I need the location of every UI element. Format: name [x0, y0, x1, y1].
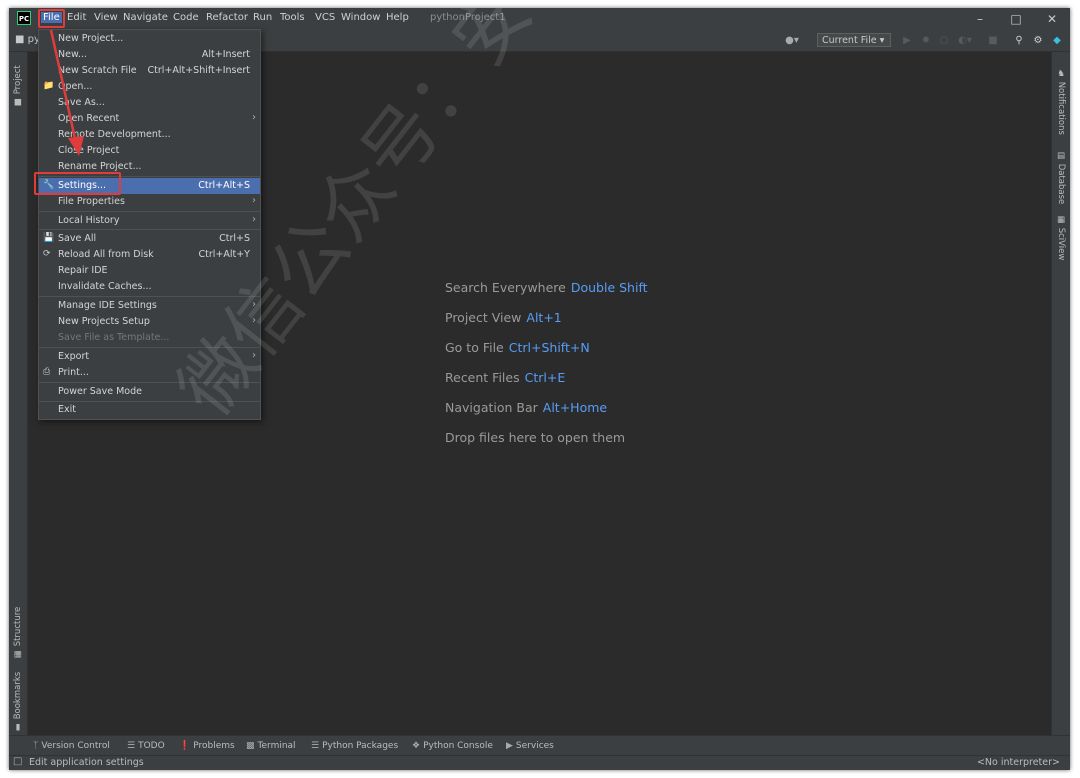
annotation-arrow: [49, 29, 84, 156]
arrow-shaft: [49, 29, 78, 144]
arrow-head: [68, 136, 84, 156]
